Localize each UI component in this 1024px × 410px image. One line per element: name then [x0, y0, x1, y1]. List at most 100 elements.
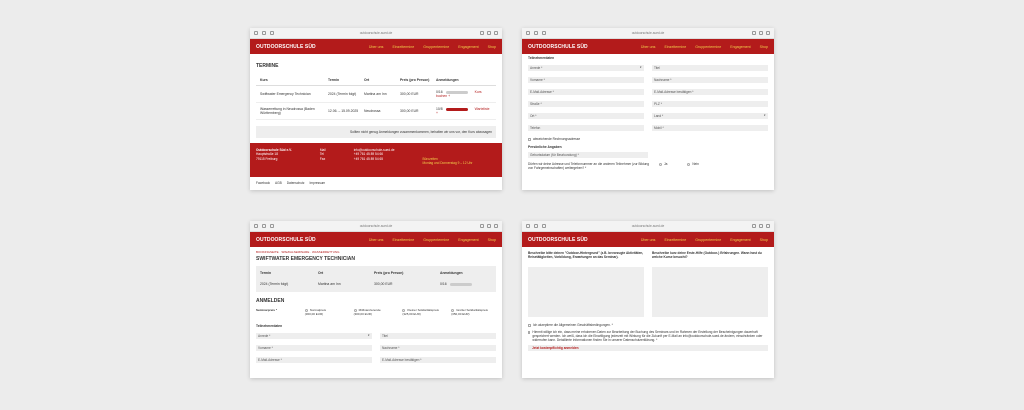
link-agb[interactable]: AGB [275, 181, 282, 185]
nav-einzeltermine[interactable]: Einzeltermine [664, 45, 686, 49]
sidebar-icon[interactable] [526, 224, 530, 228]
share-icon[interactable] [480, 224, 484, 228]
link-datenschutz[interactable]: Datenschutz [287, 181, 305, 185]
share-icon[interactable] [752, 31, 756, 35]
site-nav: OUTDOORSCHULE SÜD Über uns Einzeltermine… [522, 39, 774, 54]
forward-icon[interactable] [270, 31, 274, 35]
agb-checkbox[interactable] [528, 323, 531, 327]
breadcrumb[interactable]: BOOKINGSEITE · SPEZIALSEMINARE · WASSERR… [256, 250, 496, 254]
nav-einzeltermine[interactable]: Einzeltermine [392, 238, 414, 242]
add-tab-icon[interactable] [487, 224, 491, 228]
nav-shop[interactable]: Shop [760, 45, 768, 49]
zip-field[interactable]: PLZ * [652, 101, 768, 107]
consent-checkbox[interactable] [528, 330, 531, 334]
cell-preis: 300,00 EUR [400, 92, 419, 96]
email-confirm-field[interactable]: E-Mail-Adresse bestätigen * [652, 89, 768, 95]
salutation-select[interactable]: Anrede * [528, 65, 644, 71]
add-tab-icon[interactable] [759, 224, 763, 228]
phone-field[interactable]: Telefon [528, 125, 644, 131]
nav-ueber-uns[interactable]: Über uns [369, 45, 384, 49]
city-field[interactable]: Ort * [528, 113, 644, 119]
sidebar-icon[interactable] [254, 224, 258, 228]
billing-checkbox[interactable] [528, 137, 531, 141]
col-termin: Termin [328, 78, 340, 82]
back-icon[interactable] [262, 224, 266, 228]
forward-icon[interactable] [542, 31, 546, 35]
plus-icon[interactable]: + [436, 111, 438, 115]
back-icon[interactable] [534, 31, 538, 35]
address-bar[interactable]: outdoorschule-sued.de [632, 224, 664, 228]
nav-ueber-uns[interactable]: Über uns [369, 238, 384, 242]
nav-engagement[interactable]: Engagement [458, 238, 478, 242]
site-logo[interactable]: OUTDOORSCHULE SÜD [256, 237, 316, 243]
nav-ueber-uns[interactable]: Über uns [641, 45, 656, 49]
email-field[interactable]: E-Mail-Adresse * [256, 357, 372, 363]
email-confirm-field[interactable]: E-Mail-Adresse bestätigen * [380, 357, 496, 363]
back-icon[interactable] [262, 31, 266, 35]
forward-icon[interactable] [270, 224, 274, 228]
add-tab-icon[interactable] [487, 31, 491, 35]
nav-engagement[interactable]: Engagement [458, 45, 478, 49]
lastname-field[interactable]: Nachname * [380, 345, 496, 351]
firstaid-textarea[interactable] [652, 267, 768, 317]
nav-gruppentermine[interactable]: Gruppentermine [695, 238, 721, 242]
lastname-field[interactable]: Nachname * [652, 77, 768, 83]
nav-engagement[interactable]: Engagement [730, 45, 750, 49]
nav-shop[interactable]: Shop [488, 238, 496, 242]
back-icon[interactable] [534, 224, 538, 228]
share-icon[interactable] [752, 224, 756, 228]
site-nav: OUTDOORSCHULE SÜD Über uns Einzeltermine… [522, 232, 774, 247]
yes-label: Ja [664, 162, 668, 166]
sidebar-icon[interactable] [254, 31, 258, 35]
cell-termin: 2024 (Termin folgt) [260, 282, 289, 286]
site-logo[interactable]: OUTDOORSCHULE SÜD [528, 44, 588, 50]
progress-bar [449, 282, 472, 286]
title-field[interactable]: Titel [380, 333, 496, 339]
add-tab-icon[interactable] [759, 31, 763, 35]
tabs-icon[interactable] [494, 31, 498, 35]
col-termin: Termin [260, 271, 272, 275]
firstname-field[interactable]: Vorname * [256, 345, 372, 351]
tabs-icon[interactable] [494, 224, 498, 228]
cell-ort: Neudrossa [364, 109, 381, 113]
submit-button[interactable]: Jetzt kostenpflichtig anmelden [528, 345, 768, 351]
table-header: Termin Ort Preis (pro Person) Anmeldunge… [256, 268, 496, 278]
nav-shop[interactable]: Shop [488, 45, 496, 49]
nav-gruppentermine[interactable]: Gruppentermine [423, 45, 449, 49]
link-facebook[interactable]: Facebook [256, 181, 270, 185]
salutation-select[interactable]: Anrede * [256, 333, 372, 339]
section-anmelden: ANMELDEN [256, 298, 285, 304]
col-kurs: Kurs [260, 78, 268, 82]
mobile-field[interactable]: Mobil * [652, 125, 768, 131]
nav-einzeltermine[interactable]: Einzeltermine [664, 238, 686, 242]
email-field[interactable]: E-Mail-Adresse * [528, 89, 644, 95]
address-bar[interactable]: outdoorschule-sued.de [632, 31, 664, 35]
tabs-icon[interactable] [766, 31, 770, 35]
street-field[interactable]: Straße * [528, 101, 644, 107]
link-impressum[interactable]: Impressum [309, 181, 325, 185]
sidebar-icon[interactable] [526, 31, 530, 35]
background-textarea[interactable] [528, 267, 644, 317]
col-preis: Preis (pro Person) [400, 78, 430, 82]
waitlist-link[interactable]: Warteliste [475, 107, 490, 111]
plus-icon[interactable]: + [448, 94, 450, 98]
country-select[interactable]: Land * [652, 113, 768, 119]
title-field[interactable]: Titel [652, 65, 768, 71]
site-logo[interactable]: OUTDOORSCHULE SÜD [256, 44, 316, 50]
yes-radio[interactable] [659, 162, 662, 166]
address-bar[interactable]: outdoorschule-sued.de [360, 31, 392, 35]
share-icon[interactable] [480, 31, 484, 35]
nav-einzeltermine[interactable]: Einzeltermine [392, 45, 414, 49]
address-bar[interactable]: outdoorschule-sued.de [360, 224, 392, 228]
forward-icon[interactable] [542, 224, 546, 228]
tabs-icon[interactable] [766, 224, 770, 228]
nav-gruppentermine[interactable]: Gruppentermine [423, 238, 449, 242]
nav-gruppentermine[interactable]: Gruppentermine [695, 45, 721, 49]
birthdate-field[interactable]: Geburtsdatum (für Beurkundung) * [528, 152, 648, 158]
firstname-field[interactable]: Vorname * [528, 77, 644, 83]
no-radio[interactable] [687, 162, 691, 166]
site-logo[interactable]: OUTDOORSCHULE SÜD [528, 237, 588, 243]
nav-shop[interactable]: Shop [760, 238, 768, 242]
nav-engagement[interactable]: Engagement [730, 238, 750, 242]
nav-ueber-uns[interactable]: Über uns [641, 238, 656, 242]
